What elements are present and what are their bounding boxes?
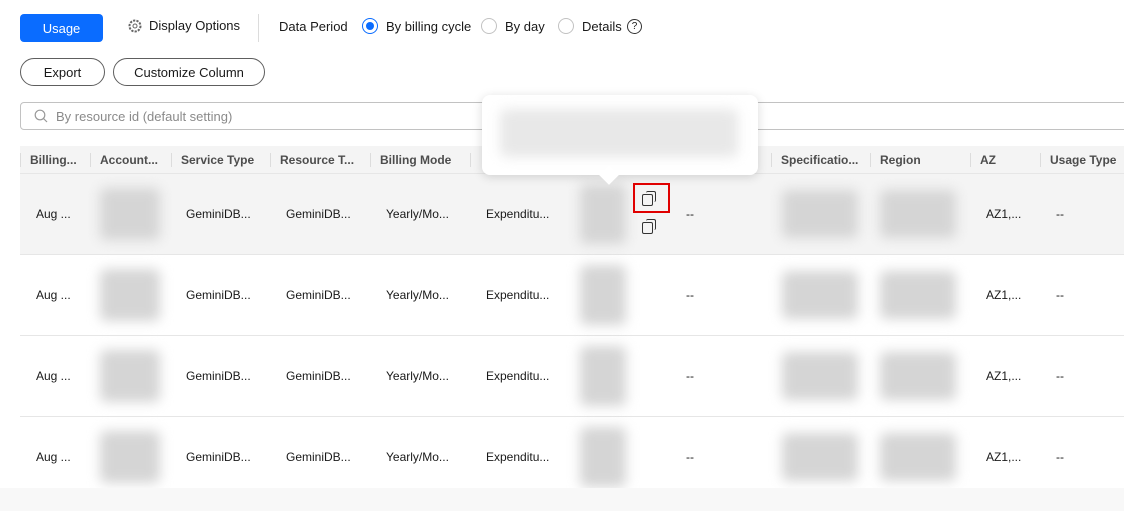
cell-dash: --	[686, 207, 694, 221]
column-header-usage-type[interactable]: Usage Type	[1039, 146, 1116, 174]
cell-service-type: GeminiDB...	[186, 450, 251, 464]
customize-column-button[interactable]: Customize Column	[113, 58, 265, 86]
display-options-button[interactable]: Display Options	[128, 18, 240, 33]
radio-checked-icon	[362, 18, 378, 34]
blurred-region	[880, 271, 956, 319]
blurred-region	[880, 352, 956, 400]
help-icon[interactable]: ?	[627, 19, 642, 34]
cell-dash: --	[686, 450, 694, 464]
cell-resource-type: GeminiDB...	[286, 207, 351, 221]
column-header-account[interactable]: Account...	[89, 146, 158, 174]
cell-az: AZ1,...	[986, 288, 1022, 302]
blurred-tooltip-content	[500, 109, 738, 157]
cell-resource-type: GeminiDB...	[286, 369, 351, 383]
cell-az: AZ1,...	[986, 369, 1022, 383]
cell-service-type: GeminiDB...	[186, 369, 251, 383]
radio-details[interactable]: Details	[558, 18, 622, 34]
gear-icon	[128, 19, 142, 32]
export-button[interactable]: Export	[20, 58, 105, 86]
table-row: Aug ... GeminiDB... GeminiDB... Yearly/M…	[20, 255, 1124, 336]
blurred-account	[100, 431, 160, 483]
blurred-region	[880, 190, 956, 238]
blurred-specification	[782, 271, 858, 319]
blurred-account	[100, 269, 160, 321]
cell-billing: Aug ...	[36, 369, 71, 383]
blurred-resource-id	[580, 346, 626, 406]
table-row: Aug ... GeminiDB... GeminiDB... Yearly/M…	[20, 417, 1124, 498]
blurred-specification	[782, 433, 858, 481]
table-row: Aug ... GeminiDB... GeminiDB... Yearly/M…	[20, 336, 1124, 417]
blurred-specification	[782, 190, 858, 238]
cell-dash: --	[686, 369, 694, 383]
cell-expenditure: Expenditu...	[486, 288, 550, 302]
usage-button[interactable]: Usage	[20, 14, 103, 42]
column-header-service-type[interactable]: Service Type	[170, 146, 254, 174]
radio-label: By billing cycle	[386, 18, 472, 34]
blurred-resource-id	[580, 265, 626, 325]
cell-expenditure: Expenditu...	[486, 450, 550, 464]
blurred-resource-id	[580, 427, 626, 487]
column-header-resource-type[interactable]: Resource T...	[269, 146, 354, 174]
divider	[258, 14, 259, 42]
column-header-billing[interactable]: Billing...	[20, 146, 77, 174]
search-icon	[34, 109, 48, 123]
cell-billing-mode: Yearly/Mo...	[386, 288, 449, 302]
blurred-account	[100, 188, 160, 240]
blurred-resource-id	[580, 184, 626, 244]
cell-dash: --	[686, 288, 694, 302]
cell-billing-mode: Yearly/Mo...	[386, 369, 449, 383]
highlight-box	[633, 183, 670, 213]
cell-service-type: GeminiDB...	[186, 288, 251, 302]
cell-billing: Aug ...	[36, 207, 71, 221]
cell-az: AZ1,...	[986, 450, 1022, 464]
cell-usage-type: --	[1056, 288, 1064, 302]
cell-resource-type: GeminiDB...	[286, 288, 351, 302]
blurred-region	[880, 433, 956, 481]
cell-billing: Aug ...	[36, 288, 71, 302]
cell-usage-type: --	[1056, 450, 1064, 464]
copy-icon[interactable]	[642, 219, 656, 234]
cell-resource-type: GeminiDB...	[286, 450, 351, 464]
search-placeholder: By resource id (default setting)	[56, 108, 233, 124]
cell-billing-mode: Yearly/Mo...	[386, 207, 449, 221]
cell-usage-type: --	[1056, 207, 1064, 221]
column-header-region[interactable]: Region	[870, 146, 921, 174]
cell-expenditure: Expenditu...	[486, 369, 550, 383]
radio-label: Details	[582, 18, 622, 34]
column-header-az[interactable]: AZ	[970, 146, 996, 174]
column-header-billing-mode[interactable]: Billing Mode	[369, 146, 451, 174]
resource-id-tooltip	[482, 95, 758, 175]
data-period-label: Data Period	[279, 19, 348, 34]
table-row: Aug ... GeminiDB... GeminiDB... Yearly/M…	[20, 174, 1124, 255]
radio-unchecked-icon	[481, 18, 497, 34]
cell-az: AZ1,...	[986, 207, 1022, 221]
cell-expenditure: Expenditu...	[486, 207, 550, 221]
radio-label: By day	[505, 18, 545, 34]
cell-billing-mode: Yearly/Mo...	[386, 450, 449, 464]
cell-usage-type: --	[1056, 369, 1064, 383]
radio-by-day[interactable]: By day	[481, 18, 545, 34]
radio-unchecked-icon	[558, 18, 574, 34]
cell-service-type: GeminiDB...	[186, 207, 251, 221]
column-header-specification[interactable]: Specificatio...	[770, 146, 858, 174]
display-options-label: Display Options	[149, 18, 241, 33]
blurred-specification	[782, 352, 858, 400]
radio-by-billing-cycle[interactable]: By billing cycle	[362, 18, 471, 34]
cell-billing: Aug ...	[36, 450, 71, 464]
footer-area	[0, 488, 1124, 511]
blurred-account	[100, 350, 160, 402]
